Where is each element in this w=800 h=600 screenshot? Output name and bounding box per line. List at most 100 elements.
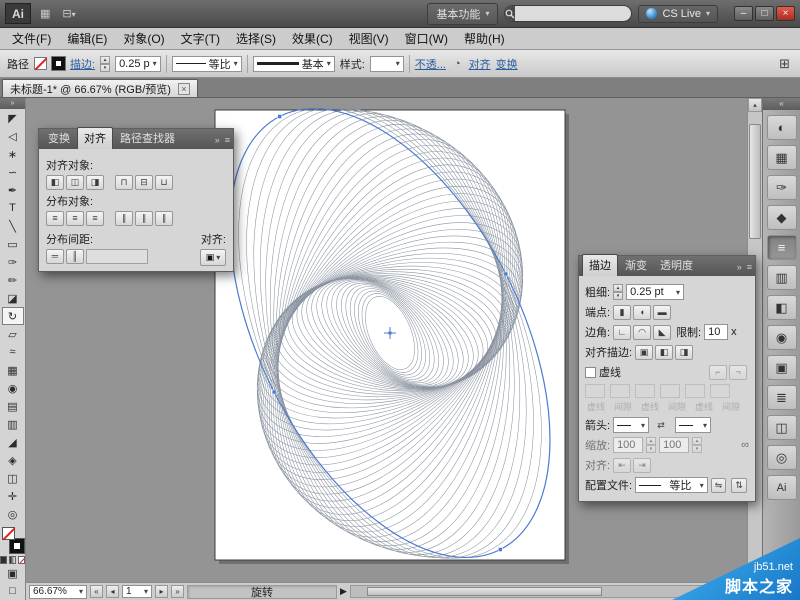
join-miter-button[interactable]: ∟	[613, 325, 631, 340]
distribute-left-button[interactable]: ∥	[115, 211, 133, 226]
weight-dropdown[interactable]: 0.25 pt ▾	[626, 284, 684, 300]
stroke-panel-tab-0[interactable]: 描边	[582, 254, 618, 276]
spacing-v-button[interactable]: ═	[46, 249, 64, 264]
artboard-number-dropdown[interactable]: 1 ▾	[122, 585, 152, 598]
dock-navigator[interactable]: ◎	[767, 445, 797, 470]
menu-effect[interactable]: 效果(C)	[284, 27, 341, 50]
align-panel-tab-0[interactable]: 变换	[42, 128, 76, 149]
blend-tool[interactable]: ◈	[2, 451, 24, 469]
screen-mode-button[interactable]: □	[2, 582, 24, 600]
stroke-center-button[interactable]: ▣	[635, 345, 653, 360]
spacing-h-button[interactable]: ║	[66, 249, 84, 264]
variable-width-profile-dropdown[interactable]: 等比 ▾	[172, 56, 242, 72]
menu-window[interactable]: 窗口(W)	[397, 27, 456, 50]
align-panel-tab-1[interactable]: 对齐	[77, 127, 113, 149]
distribute-top-button[interactable]: ≡	[46, 211, 64, 226]
align-panel-tab-2[interactable]: 路径查找器	[114, 128, 181, 149]
dock-layers[interactable]: ≣	[767, 385, 797, 410]
stroke-swatch[interactable]	[52, 57, 65, 70]
fill-stroke-swatches[interactable]	[1, 527, 25, 553]
panel-collapse-icon[interactable]: »	[737, 262, 742, 272]
flip-v-icon[interactable]: ⇅	[731, 478, 747, 493]
search-input[interactable]	[515, 8, 632, 20]
stroke-inside-button[interactable]: ◧	[655, 345, 673, 360]
paintbrush-tool[interactable]: ✑	[2, 253, 24, 271]
panel-menu-icon[interactable]: ≡	[225, 135, 230, 145]
type-tool[interactable]: T	[2, 199, 24, 217]
gradient-tool[interactable]: ▥	[2, 415, 24, 433]
eyedropper-tool[interactable]: ◢	[2, 433, 24, 451]
mesh-tool[interactable]: ▤	[2, 397, 24, 415]
menu-help[interactable]: 帮助(H)	[456, 27, 513, 50]
width-tool[interactable]: ≈	[2, 343, 24, 361]
join-round-button[interactable]: ◠	[633, 325, 651, 340]
tab-close-icon[interactable]: ×	[178, 83, 190, 95]
close-button[interactable]: ×	[776, 6, 795, 21]
hand-tool[interactable]: ✛	[2, 487, 24, 505]
lasso-tool[interactable]: ∽	[2, 163, 24, 181]
weight-stepper[interactable]: ▴▾	[613, 284, 623, 300]
pencil-tool[interactable]: ✏	[2, 271, 24, 289]
vertical-scroll-thumb[interactable]	[749, 124, 761, 239]
align-bottom-button[interactable]: ⊔	[155, 175, 173, 190]
direct-selection-tool[interactable]: ◁	[2, 127, 24, 145]
gradient-mode-button[interactable]	[9, 556, 16, 564]
workspace-switcher-button[interactable]: 基本功能 ▾	[427, 3, 498, 25]
control-panel-menu-icon[interactable]: ⊞	[776, 56, 793, 72]
gap-input[interactable]	[710, 384, 730, 398]
search-box[interactable]	[504, 5, 632, 22]
dock-brushes[interactable]: ✑	[767, 175, 797, 200]
color-mode-button[interactable]	[0, 556, 7, 564]
dock-stroke[interactable]: ≡	[767, 235, 797, 260]
menu-edit[interactable]: 编辑(E)	[59, 27, 115, 50]
menu-view[interactable]: 视图(V)	[341, 27, 397, 50]
last-artboard-button[interactable]: »	[171, 585, 184, 598]
zoom-level-dropdown[interactable]: 66.67% ▾	[29, 585, 87, 599]
link-icon[interactable]: ∞	[741, 439, 749, 451]
distribute-bottom-button[interactable]: ≡	[86, 211, 104, 226]
none-mode-button[interactable]	[18, 556, 25, 564]
transform-panel-link[interactable]: 变换	[496, 56, 518, 72]
cap-round-button[interactable]: ◖	[633, 305, 651, 320]
stroke-panel-link[interactable]: 描边:	[70, 56, 95, 72]
scale-tool[interactable]: ▱	[2, 325, 24, 343]
panel-menu-icon[interactable]: ≡	[747, 262, 752, 272]
shape-builder-tool[interactable]: ◉	[2, 379, 24, 397]
line-segment-tool[interactable]: ╲	[2, 217, 24, 235]
layout-icon[interactable]: ⊟▾	[59, 7, 78, 20]
dash-preset2-button[interactable]: ¬	[729, 365, 747, 380]
panel-collapse-icon[interactable]: »	[215, 135, 220, 145]
arrowhead-start-dropdown[interactable]: ▾	[613, 417, 649, 433]
free-transform-tool[interactable]: ▦	[2, 361, 24, 379]
dock-gradient[interactable]: ▥	[767, 265, 797, 290]
dock-artboards[interactable]: ◫	[767, 415, 797, 440]
scale-stepper[interactable]: ▴▾	[646, 437, 656, 453]
dock-graphic-styles[interactable]: ▣	[767, 355, 797, 380]
rectangle-tool[interactable]: ▭	[2, 235, 24, 253]
first-artboard-button[interactable]: «	[90, 585, 103, 598]
menu-select[interactable]: 选择(S)	[228, 27, 284, 50]
dock-symbols[interactable]: ◆	[767, 205, 797, 230]
flip-h-icon[interactable]: ⇋	[711, 478, 727, 493]
spacing-value-dropdown[interactable]	[86, 249, 148, 264]
align-top-button[interactable]: ⊓	[115, 175, 133, 190]
arrow-scale-end-input[interactable]: 100	[659, 437, 689, 453]
align-left-button[interactable]: ◧	[46, 175, 64, 190]
horizontal-scroll-thumb[interactable]	[367, 587, 602, 596]
next-artboard-button[interactable]: ▸	[155, 585, 168, 598]
scale-stepper[interactable]: ▴▾	[692, 437, 702, 453]
stroke-weight-stepper[interactable]: ▴▾	[100, 56, 110, 72]
dock-swatches[interactable]: ▦	[767, 145, 797, 170]
arrowhead-end-dropdown[interactable]: ▾	[675, 417, 711, 433]
distribute-right-button[interactable]: ∥	[155, 211, 173, 226]
dash-input[interactable]	[585, 384, 605, 398]
dash-input[interactable]	[685, 384, 705, 398]
dock-expand-icon[interactable]: «	[763, 98, 800, 110]
selection-tool[interactable]: ◤	[2, 109, 24, 127]
gap-input[interactable]	[660, 384, 680, 398]
brush-definition-dropdown[interactable]: 基本 ▾	[253, 56, 335, 72]
fill-swatch[interactable]	[34, 57, 47, 70]
align-h-center-button[interactable]: ◫	[66, 175, 84, 190]
distribute-h-center-button[interactable]: ∥	[135, 211, 153, 226]
document-tab[interactable]: 未标题-1* @ 66.67% (RGB/预览) ×	[2, 79, 198, 97]
